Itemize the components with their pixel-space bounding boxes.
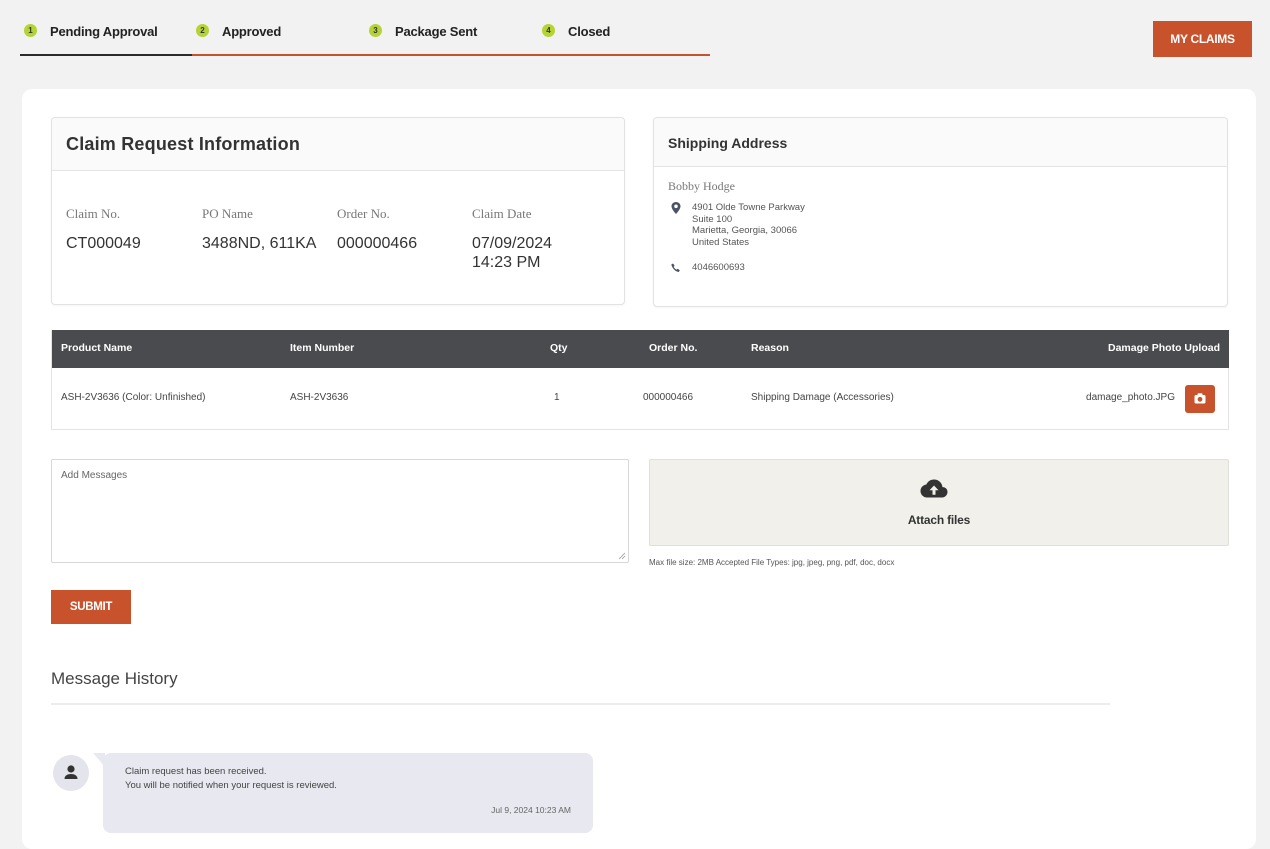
step-underline (538, 54, 710, 56)
step-closed: 4 Closed (538, 12, 710, 56)
photo-upload-button[interactable] (1185, 385, 1215, 413)
address-line: 4901 Olde Towne Parkway (692, 202, 805, 213)
phone-number: 4046600693 (692, 262, 745, 273)
message-timestamp: Jul 9, 2024 10:23 AM (491, 805, 571, 815)
claim-no-field: Claim No. CT000049 (66, 206, 141, 253)
divider (51, 703, 1110, 705)
field-label: PO Name (202, 206, 253, 221)
phone-icon (671, 263, 680, 272)
po-name-field: PO Name 3488ND, 611KA (202, 206, 316, 253)
table-cell: 1 (554, 392, 560, 403)
step-package-sent: 3 Package Sent (365, 12, 538, 56)
claim-time-value: 14:23 PM (472, 254, 541, 271)
cloud-upload-icon (920, 479, 948, 498)
address-lines: 4901 Olde Towne Parkway Suite 100 Mariet… (692, 202, 805, 248)
address-line: Suite 100 (692, 213, 733, 225)
step-label: Approved (222, 24, 282, 39)
field-value: CT000049 (66, 235, 141, 252)
table-header: Product Name Item Number Qty Order No. R… (52, 330, 1229, 368)
step-label: Package Sent (395, 24, 478, 39)
claim-items-table: Product Name Item Number Qty Order No. R… (51, 330, 1229, 430)
address-line: Marietta, Georgia, 30066 (692, 225, 798, 236)
message-history-title: Message History (51, 669, 178, 688)
message-text-line: Claim request has been received. (125, 766, 267, 777)
attach-files-label: Attach files (907, 513, 971, 527)
column-header: Order No. (649, 342, 698, 354)
camera-icon (1194, 393, 1206, 404)
step-label: Pending Approval (50, 24, 158, 39)
column-header: Qty (550, 342, 568, 354)
recipient-name: Bobby Hodge (668, 179, 735, 193)
step-number-badge: 3 (369, 24, 382, 37)
step-underline (20, 54, 192, 56)
claim-date-field: Claim Date 07/09/2024 14:23 PM (472, 206, 552, 272)
field-value: 3488ND, 611KA (202, 235, 317, 252)
file-size-info: Max file size: 2MB Accepted File Types: … (649, 558, 895, 567)
message-text-line: You will be notified when your request i… (125, 780, 337, 791)
map-marker-icon (671, 202, 681, 214)
step-label: Closed (568, 24, 611, 39)
uploaded-file-name[interactable]: damage_photo.JPG (1086, 392, 1175, 403)
column-header: Reason (751, 342, 789, 354)
column-header: Item Number (290, 342, 355, 354)
field-label: Claim Date (472, 206, 532, 221)
claim-status-steps: 1 Pending Approval 2 Approved 3 Package … (20, 12, 710, 56)
field-label: Order No. (337, 206, 390, 221)
step-number-badge: 4 (542, 24, 555, 37)
my-claims-button[interactable]: MY CLAIMS (1153, 21, 1252, 57)
resize-handle-icon[interactable] (618, 552, 626, 560)
column-header: Product Name (61, 342, 133, 354)
step-pending-approval: 1 Pending Approval (20, 12, 192, 56)
field-label: Claim No. (66, 206, 121, 221)
table-cell: 000000466 (643, 392, 694, 403)
step-approved: 2 Approved (192, 12, 365, 56)
table-cell: ASH-2V3636 (290, 392, 349, 403)
panel-title: Shipping Address (668, 135, 788, 151)
step-number-badge: 1 (24, 24, 37, 37)
avatar (53, 755, 89, 791)
user-icon (64, 765, 78, 779)
column-header: Damage Photo Upload (1107, 342, 1220, 354)
claim-detail-card: Claim Request Information Claim No. CT00… (22, 89, 1256, 849)
claim-request-info-panel: Claim Request Information Claim No. CT00… (51, 117, 625, 305)
table-cell: ASH-2V3636 (Color: Unfinished) (61, 392, 206, 403)
table-cell: Shipping Damage (Accessories) (751, 392, 894, 403)
message-bubble: Claim request has been received. You wil… (93, 753, 593, 833)
step-underline (365, 54, 538, 56)
shipping-address-panel: Shipping Address Bobby Hodge 4901 Olde T… (653, 117, 1228, 307)
submit-button[interactable]: SUBMIT (51, 590, 131, 624)
add-messages-textarea[interactable]: Add Messages (51, 459, 629, 563)
step-underline (192, 54, 365, 56)
panel-title: Claim Request Information (66, 134, 301, 154)
field-value: 000000466 (337, 235, 418, 252)
step-number-badge: 2 (196, 24, 209, 37)
order-no-field: Order No. 000000466 (337, 206, 417, 253)
claim-date-value: 07/09/2024 (472, 235, 553, 252)
address-line: United States (692, 236, 750, 248)
attach-files-dropzone[interactable]: Attach files (649, 459, 1229, 546)
textarea-placeholder: Add Messages (61, 470, 128, 481)
field-value: 07/09/2024 14:23 PM (472, 234, 552, 272)
